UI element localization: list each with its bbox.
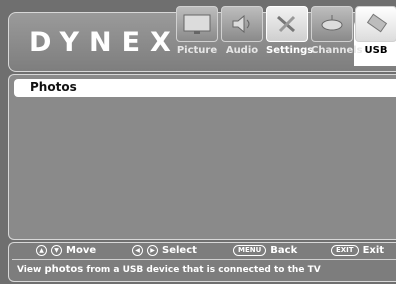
help-description: View photos from a USB device that is co… bbox=[17, 264, 321, 275]
tab-channels[interactable]: Channels bbox=[311, 6, 363, 64]
satellite-icon bbox=[311, 6, 353, 42]
menu-key-icon: MENU bbox=[233, 245, 267, 256]
tab-label: Settings bbox=[266, 45, 314, 56]
hint-select: ◀ ▶ Select bbox=[132, 245, 197, 256]
brand-logo: DYNEX bbox=[29, 27, 181, 58]
tab-audio[interactable]: Audio bbox=[221, 6, 263, 64]
monitor-icon bbox=[176, 6, 218, 42]
list-item-photos[interactable]: Photos bbox=[14, 79, 396, 97]
list-item-label: Photos bbox=[30, 80, 77, 94]
desc-suffix: from a USB device that is connected to t… bbox=[86, 265, 321, 275]
tab-label: USB bbox=[364, 45, 388, 56]
tab-label: Picture bbox=[176, 45, 218, 56]
hint-label: Exit bbox=[362, 245, 385, 256]
hint-back: MENU Back bbox=[233, 245, 297, 256]
tab-label: Channels bbox=[311, 45, 363, 56]
tab-label: Audio bbox=[225, 45, 259, 56]
desc-prefix: View bbox=[17, 265, 42, 275]
tab-usb[interactable]: USB bbox=[355, 6, 396, 64]
up-arrow-icon: ▲ bbox=[36, 245, 47, 256]
down-arrow-icon: ▼ bbox=[51, 245, 62, 256]
right-arrow-icon: ▶ bbox=[147, 245, 158, 256]
usb-drive-icon bbox=[355, 6, 396, 42]
hint-exit: EXIT Exit bbox=[331, 245, 384, 256]
tools-icon bbox=[266, 6, 308, 42]
hint-label: Move bbox=[66, 245, 97, 256]
tab-picture[interactable]: Picture bbox=[176, 6, 218, 64]
content-panel bbox=[8, 74, 396, 240]
desc-emphasis: photos bbox=[44, 264, 84, 275]
hint-label: Select bbox=[162, 245, 197, 256]
tab-settings[interactable]: Settings bbox=[266, 6, 314, 64]
footer-divider bbox=[12, 259, 396, 260]
hint-move: ▲ ▼ Move bbox=[36, 245, 96, 256]
hint-label: Back bbox=[270, 245, 298, 256]
left-arrow-icon: ◀ bbox=[132, 245, 143, 256]
exit-key-icon: EXIT bbox=[331, 245, 359, 256]
speaker-icon bbox=[221, 6, 263, 42]
